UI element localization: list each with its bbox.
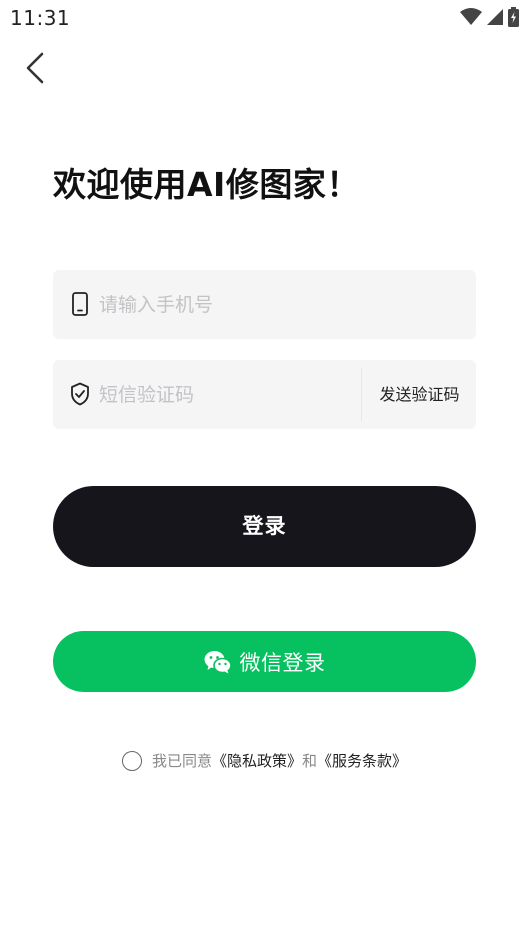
back-button[interactable] xyxy=(20,50,56,86)
login-button[interactable]: 登录 xyxy=(53,486,476,567)
privacy-policy-link[interactable]: 《隐私政策》 xyxy=(212,750,302,771)
terms-of-service-link[interactable]: 《服务条款》 xyxy=(317,750,407,771)
wechat-login-label: 微信登录 xyxy=(239,650,326,675)
phone-input[interactable] xyxy=(99,270,459,339)
signal-icon xyxy=(487,9,503,25)
status-time: 11:31 xyxy=(10,6,71,30)
divider xyxy=(361,368,362,421)
send-code-button[interactable]: 发送验证码 xyxy=(363,360,476,429)
agreement-prefix: 我已同意 xyxy=(151,752,212,770)
agree-checkbox[interactable] xyxy=(121,750,142,771)
page-title: 欢迎使用AI修图家！ xyxy=(53,165,360,204)
status-icons xyxy=(460,7,519,27)
phone-icon xyxy=(72,292,88,316)
sms-code-input[interactable] xyxy=(99,360,349,429)
agreement-row: 我已同意 《隐私政策》 和 《服务条款》 xyxy=(0,750,529,771)
agreement-and: 和 xyxy=(302,752,318,770)
phone-field[interactable] xyxy=(53,270,476,339)
wechat-login-button[interactable]: 微信登录 xyxy=(53,631,476,692)
sms-code-field[interactable]: 发送验证码 xyxy=(53,360,476,429)
back-arrow-icon xyxy=(26,52,44,84)
wifi-icon xyxy=(460,8,482,25)
wechat-icon xyxy=(204,650,232,673)
battery-icon xyxy=(508,7,519,27)
shield-check-icon xyxy=(71,382,89,406)
status-bar: 11:31 xyxy=(0,0,529,36)
